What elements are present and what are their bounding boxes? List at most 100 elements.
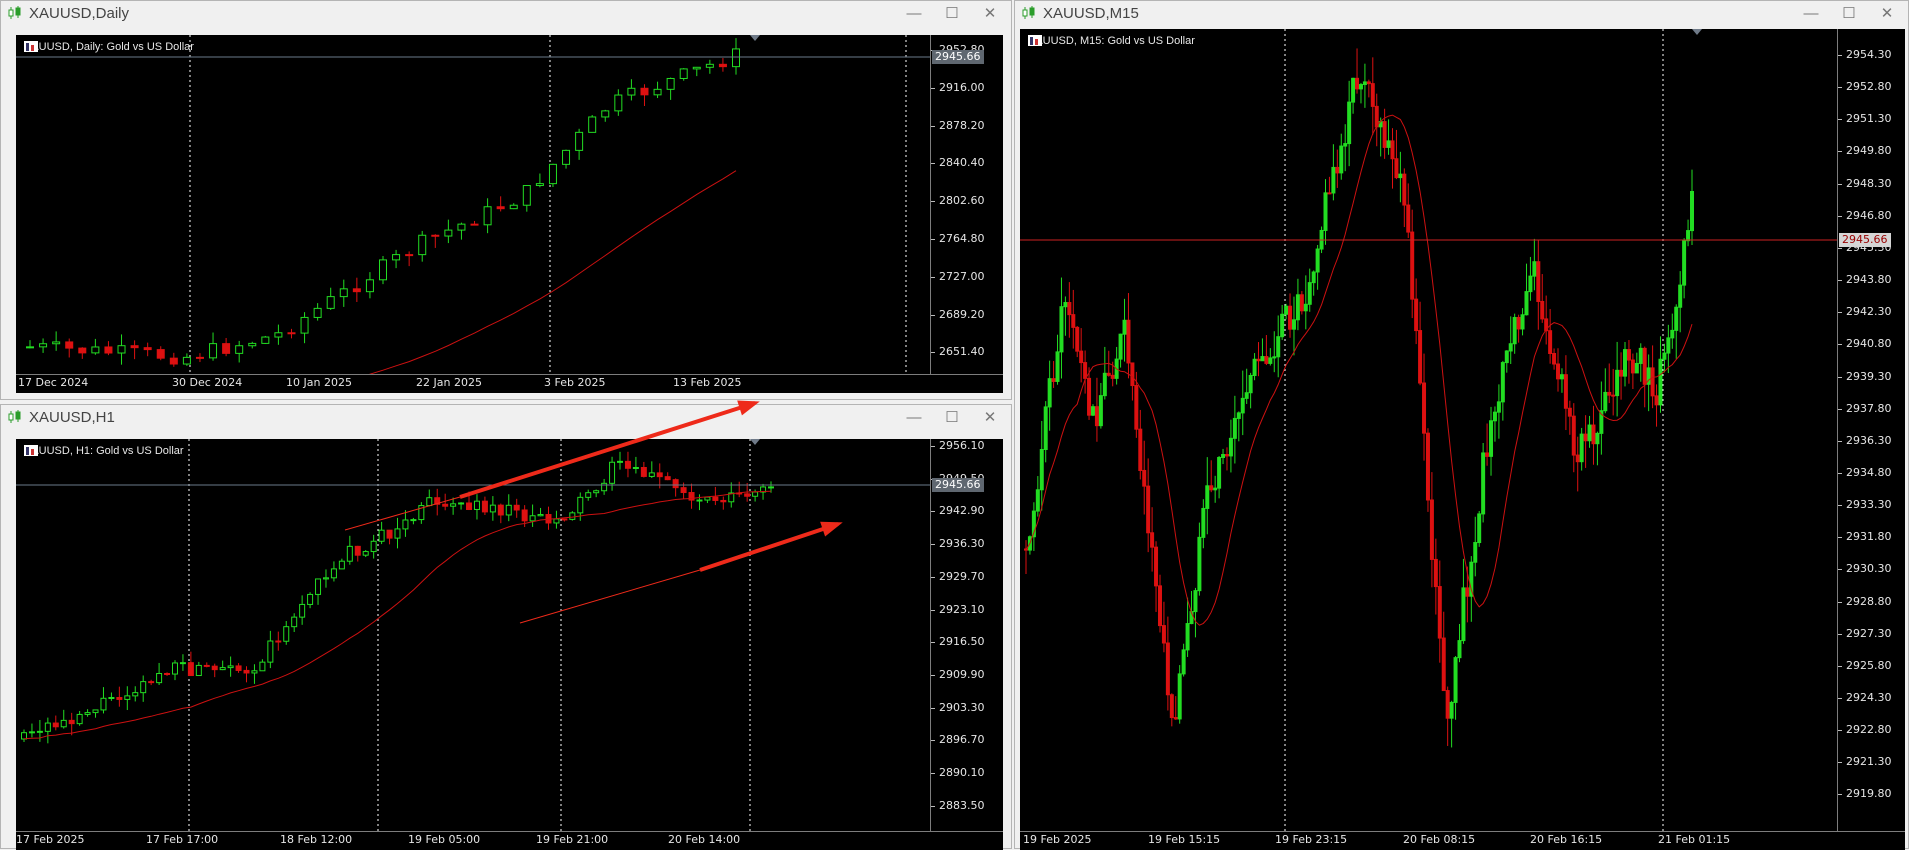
current-price-label: 2945.66 <box>1839 233 1891 247</box>
candle-body <box>179 662 186 665</box>
price-tick: 2916.50 <box>931 635 985 648</box>
close-button[interactable]: ✕ <box>979 408 1001 428</box>
candle-body <box>1260 356 1265 362</box>
price-plot[interactable] <box>16 35 931 375</box>
candle-body <box>370 540 377 553</box>
chart-area-daily[interactable]: XAUUSD, Daily: Gold vs US Dollar 2952.80… <box>16 35 1003 393</box>
candle-body <box>132 692 139 697</box>
maximize-button[interactable]: ☐ <box>941 408 963 428</box>
candle-body <box>386 529 393 539</box>
candle-body <box>712 496 719 501</box>
chart-shift-marker[interactable] <box>750 439 760 445</box>
candle-body <box>156 672 163 684</box>
chart-area-h1[interactable]: XAUUSD, H1: Gold vs US Dollar 2956.10 294… <box>16 439 1003 850</box>
time-scale[interactable]: 17 Dec 2024 30 Dec 2024 10 Jan 2025 22 Jan … <box>16 374 1003 393</box>
price-tick: 2952.80 <box>1838 80 1892 93</box>
candle-body <box>1508 343 1513 352</box>
candle-body <box>1611 394 1616 397</box>
maximize-button[interactable]: ☐ <box>1838 4 1860 24</box>
candle-body <box>696 499 703 502</box>
price-tick: 2940.80 <box>1838 337 1892 350</box>
candle-body <box>1331 166 1336 194</box>
window-xauusd-m15[interactable]: XAUUSD,M15 — ☐ ✕ XAUUSD, M15: Gold vs US… <box>1014 0 1909 850</box>
candle-body <box>1106 372 1111 376</box>
candle-body <box>52 341 61 345</box>
candle-body <box>330 568 337 579</box>
candle-body <box>243 669 250 674</box>
candle-body <box>68 719 75 725</box>
candle-body <box>287 332 296 335</box>
candle-body <box>1094 406 1099 427</box>
candle-body <box>627 87 636 96</box>
title-bar[interactable]: XAUUSD,H1 — ☐ ✕ <box>1 405 1011 431</box>
candle-body <box>235 345 244 354</box>
candle-body <box>1295 294 1300 321</box>
chart-shift-marker[interactable] <box>750 35 760 41</box>
candle-body <box>1276 336 1281 358</box>
candle-body <box>593 490 600 494</box>
price-scale[interactable]: 2952.802916.002878.202840.402802.602764.… <box>930 35 1003 393</box>
candle-body <box>108 697 115 700</box>
candle-body <box>466 502 473 510</box>
candle-body <box>656 472 663 478</box>
candle-body <box>457 223 466 231</box>
time-tick-label: 13 Feb 2025 <box>673 376 742 389</box>
price-tick-label: 2883.50 <box>939 798 985 812</box>
candle-body <box>275 640 282 643</box>
price-tick-label: 2890.10 <box>939 766 985 779</box>
price-tick: 2689.20 <box>931 308 985 321</box>
time-scale[interactable]: 19 Feb 2025 19 Feb 15:15 19 Feb 23:15 20 Fe… <box>1020 831 1905 850</box>
title-bar[interactable]: XAUUSD,Daily — ☐ ✕ <box>1 1 1011 27</box>
price-tick: 2956.10 <box>931 439 985 452</box>
time-tick-label: 20 Feb 08:15 <box>1403 833 1476 846</box>
price-tick: 2942.30 <box>1838 305 1892 318</box>
time-scale[interactable]: 17 Feb 2025 17 Feb 17:00 18 Feb 12:00 19 Fe… <box>16 831 1003 850</box>
candle-body <box>227 665 234 669</box>
candle-body <box>117 345 126 354</box>
price-tick-label: 2949.80 <box>1846 144 1892 158</box>
candle-body <box>1563 374 1568 409</box>
price-tick-label: 2933.30 <box>1846 498 1892 512</box>
candle-body <box>1536 261 1541 302</box>
price-scale[interactable]: 2954.30 2952.80 2951.30 2949.80 2948.30 2946.… <box>1837 29 1905 832</box>
price-plot[interactable] <box>16 439 931 832</box>
close-button[interactable]: ✕ <box>1876 4 1898 24</box>
candle-body <box>410 519 417 522</box>
candle-body <box>36 730 43 733</box>
price-plot[interactable] <box>1020 29 1838 832</box>
title-bar[interactable]: XAUUSD,M15 — ☐ ✕ <box>1015 1 1908 27</box>
candle-body <box>1146 485 1151 534</box>
candle-body <box>52 722 59 728</box>
candle-body <box>648 472 655 477</box>
maximize-button[interactable]: ☐ <box>941 4 963 24</box>
chart-shift-marker[interactable] <box>1692 29 1702 35</box>
price-scale[interactable]: 2956.102949.502942.902936.302929.702923.… <box>930 439 1003 832</box>
window-xauusd-daily[interactable]: XAUUSD,Daily — ☐ ✕ XAUUSD, Daily: Gold v… <box>0 0 1012 400</box>
candle-body <box>1489 420 1494 457</box>
chart-bars-icon <box>24 41 38 52</box>
close-button[interactable]: ✕ <box>979 4 1001 24</box>
moving-average-line <box>1025 114 1693 626</box>
price-tick: 2928.80 <box>1838 595 1892 608</box>
candle-body <box>187 662 194 677</box>
candle-body <box>1047 378 1052 408</box>
chart-area-m15[interactable]: XAUUSD, M15: Gold vs US Dollar 2954.30 29… <box>1020 29 1905 850</box>
minimize-button[interactable]: — <box>903 408 925 428</box>
candle-body <box>1457 640 1462 659</box>
candle-body <box>1386 140 1391 148</box>
candlestick-chart-icon <box>8 410 21 423</box>
candle-body <box>1205 485 1210 509</box>
minimize-button[interactable]: — <box>903 4 925 24</box>
candle-body <box>1228 437 1233 457</box>
window-xauusd-h1[interactable]: XAUUSD,H1 — ☐ ✕ XAUUSD, H1: Gold vs US D… <box>0 404 1012 850</box>
minimize-button[interactable]: — <box>1800 4 1822 24</box>
candle-body <box>1690 191 1694 232</box>
candle-body <box>1323 192 1328 231</box>
price-tick: 2937.80 <box>1838 402 1892 415</box>
candle-body <box>1142 469 1147 487</box>
candle-body <box>434 497 441 505</box>
chart-bars-icon <box>1028 35 1042 46</box>
candle-body <box>65 341 74 349</box>
price-tick: 2949.80 <box>1838 144 1892 157</box>
candle-body <box>1201 507 1206 538</box>
